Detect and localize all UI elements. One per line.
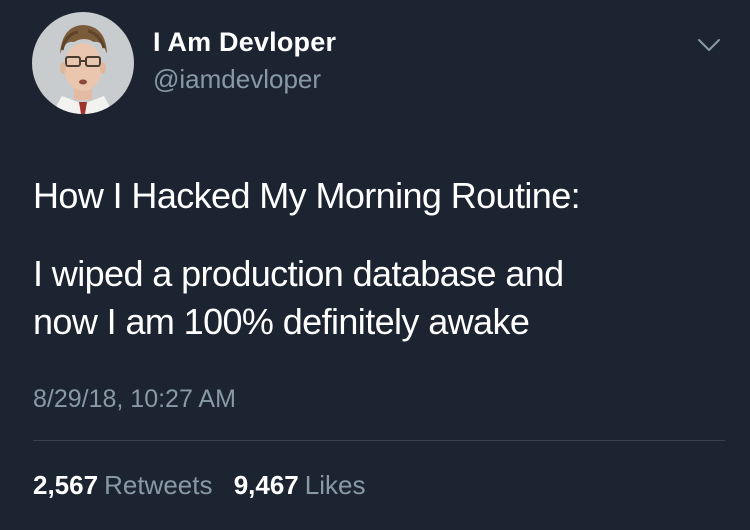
retweets-stat[interactable]: 2,567 Retweets — [33, 470, 212, 501]
tweet-timestamp[interactable]: 8/29/18, 10:27 AM — [33, 385, 236, 414]
likes-count: 9,467 — [233, 470, 299, 500]
display-name[interactable]: I Am Devloper — [153, 27, 336, 58]
likes-label: Likes — [304, 470, 366, 500]
avatar-image — [32, 12, 134, 114]
tweet-text-line: now I am 100% definitely awake — [33, 301, 530, 342]
tweet-card: I Am Devloper @iamdevloper How I Hacked … — [0, 0, 750, 530]
tweet-text-line: I wiped a production database and — [33, 253, 564, 294]
tweet-stats: 2,567 Retweets 9,467 Likes — [33, 470, 365, 501]
username-handle[interactable]: @iamdevloper — [153, 64, 321, 95]
avatar[interactable] — [32, 12, 134, 114]
tweet-text-line: How I Hacked My Morning Routine: — [33, 175, 581, 216]
divider — [33, 440, 725, 441]
chevron-down-icon[interactable] — [694, 34, 724, 56]
retweets-count: 2,567 — [33, 470, 99, 500]
retweets-label: Retweets — [104, 470, 213, 500]
likes-stat[interactable]: 9,467 Likes — [234, 470, 366, 501]
tweet-text: How I Hacked My Morning Routine: I wiped… — [33, 172, 733, 346]
